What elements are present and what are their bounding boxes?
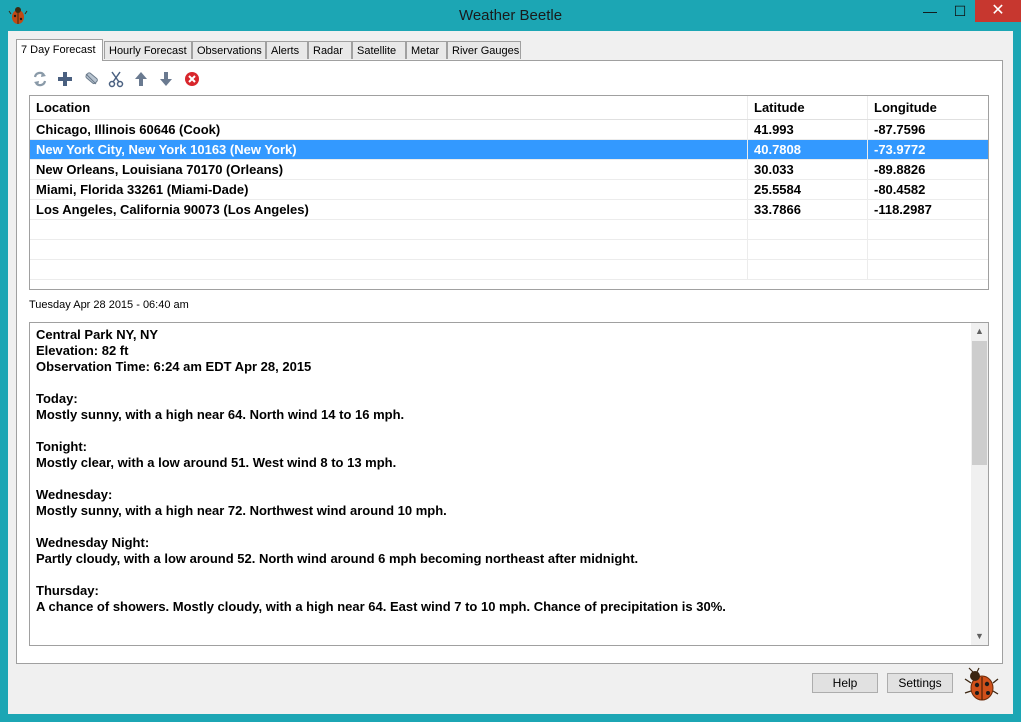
empty-cell	[747, 260, 867, 279]
period-name: Today:	[36, 391, 78, 406]
table-row[interactable]: New Orleans, Louisiana 70170 (Orleans) 3…	[30, 160, 988, 180]
tab-metar[interactable]: Metar	[406, 41, 447, 59]
location-cell: Los Angeles, California 90073 (Los Angel…	[36, 202, 309, 217]
column-header-longitude[interactable]: Longitude	[867, 96, 988, 119]
station-elevation: Elevation: 82 ft	[36, 343, 129, 358]
empty-row	[30, 260, 988, 280]
move-up-icon[interactable]	[132, 70, 150, 88]
client-area: 7 Day Forecast Hourly Forecast Observati…	[8, 31, 1013, 714]
location-cell: New Orleans, Louisiana 70170 (Orleans)	[36, 162, 284, 177]
latitude-cell: 30.033	[747, 160, 867, 179]
longitude-cell: -89.8826	[867, 160, 988, 179]
period-text: Mostly sunny, with a high near 64. North…	[36, 407, 405, 422]
close-button[interactable]: ✕	[975, 0, 1021, 22]
window-title: Weather Beetle	[458, 7, 563, 24]
period-name: Wednesday:	[36, 487, 113, 502]
location-cell: Miami, Florida 33261 (Miami-Dade)	[36, 182, 249, 197]
longitude-cell: -118.2987	[867, 200, 988, 219]
maximize-button[interactable]: ☐	[945, 0, 975, 22]
empty-cell	[30, 240, 747, 259]
scroll-down-arrow[interactable]: ▼	[971, 628, 988, 645]
station-name: Central Park NY, NY	[36, 327, 159, 342]
latitude-cell: 33.7866	[747, 200, 867, 219]
tab-river-gauges[interactable]: River Gauges	[447, 41, 521, 59]
location-cell: New York City, New York 10163 (New York)	[36, 142, 297, 157]
tab-alerts[interactable]: Alerts	[266, 41, 308, 59]
empty-cell	[867, 220, 988, 239]
empty-cell	[867, 260, 988, 279]
location-cell: Chicago, Illinois 60646 (Cook)	[36, 122, 221, 137]
tab-observations[interactable]: Observations	[192, 41, 266, 59]
longitude-cell: -80.4582	[867, 180, 988, 199]
grid-header: Location Latitude Longitude	[30, 96, 988, 120]
column-header-location[interactable]: Location	[30, 96, 747, 119]
delete-icon[interactable]	[183, 70, 201, 88]
minimize-button[interactable]: —	[915, 0, 945, 22]
empty-cell	[30, 220, 747, 239]
title-bar[interactable]: Weather Beetle — ☐ ✕	[0, 0, 1021, 32]
period-text: Partly cloudy, with a low around 52. Nor…	[36, 551, 639, 566]
settings-button[interactable]: Settings	[887, 673, 953, 693]
table-row-selected[interactable]: New York City, New York 10163 (New York)…	[30, 140, 988, 160]
tab-hourly-forecast[interactable]: Hourly Forecast	[104, 41, 192, 59]
latitude-cell: 40.7808	[747, 140, 867, 159]
tab-satellite[interactable]: Satellite	[352, 41, 406, 59]
observation-time: Observation Time: 6:24 am EDT Apr 28, 20…	[36, 359, 312, 374]
scroll-thumb[interactable]	[972, 341, 987, 465]
tab-7-day-forecast[interactable]: 7 Day Forecast	[16, 39, 103, 61]
edit-icon[interactable]	[82, 70, 100, 88]
period-text: Mostly sunny, with a high near 72. North…	[36, 503, 447, 518]
empty-cell	[867, 240, 988, 259]
period-name: Thursday:	[36, 583, 99, 598]
longitude-cell: -73.9772	[867, 140, 988, 159]
table-row[interactable]: Miami, Florida 33261 (Miami-Dade) 25.558…	[30, 180, 988, 200]
beetle-logo-icon	[964, 667, 999, 701]
period-text: Mostly clear, with a low around 51. West…	[36, 455, 397, 470]
scroll-up-arrow[interactable]: ▲	[971, 323, 988, 340]
app-window: Weather Beetle — ☐ ✕ 7 Day Forecast Hour…	[0, 0, 1021, 722]
move-down-icon[interactable]	[157, 70, 175, 88]
column-header-latitude[interactable]: Latitude	[747, 96, 867, 119]
empty-cell	[747, 240, 867, 259]
empty-row	[30, 240, 988, 260]
latitude-cell: 25.5584	[747, 180, 867, 199]
cut-icon[interactable]	[107, 70, 125, 88]
locations-grid: Location Latitude Longitude Chicago, Ill…	[29, 95, 989, 290]
table-row[interactable]: Los Angeles, California 90073 (Los Angel…	[30, 200, 988, 220]
empty-cell	[747, 220, 867, 239]
empty-row	[30, 220, 988, 240]
tab-radar[interactable]: Radar	[308, 41, 352, 59]
help-button[interactable]: Help	[812, 673, 878, 693]
forecast-timestamp: Tuesday Apr 28 2015 - 06:40 am	[29, 299, 189, 311]
longitude-cell: -87.7596	[867, 120, 988, 139]
period-text: A chance of showers. Mostly cloudy, with…	[36, 599, 726, 614]
vertical-scrollbar[interactable]: ▲ ▼	[971, 323, 988, 645]
empty-cell	[30, 260, 747, 279]
forecast-text-box[interactable]: Central Park NY, NY Elevation: 82 ft Obs…	[29, 322, 989, 646]
table-row[interactable]: Chicago, Illinois 60646 (Cook) 41.993 -8…	[30, 120, 988, 140]
forecast-content: Central Park NY, NY Elevation: 82 ft Obs…	[36, 327, 961, 615]
period-name: Tonight:	[36, 439, 88, 454]
add-icon[interactable]	[56, 70, 74, 88]
period-name: Wednesday Night:	[36, 535, 150, 550]
forecast-tab-panel: Location Latitude Longitude Chicago, Ill…	[16, 60, 1003, 664]
refresh-icon[interactable]	[31, 70, 49, 88]
latitude-cell: 41.993	[747, 120, 867, 139]
